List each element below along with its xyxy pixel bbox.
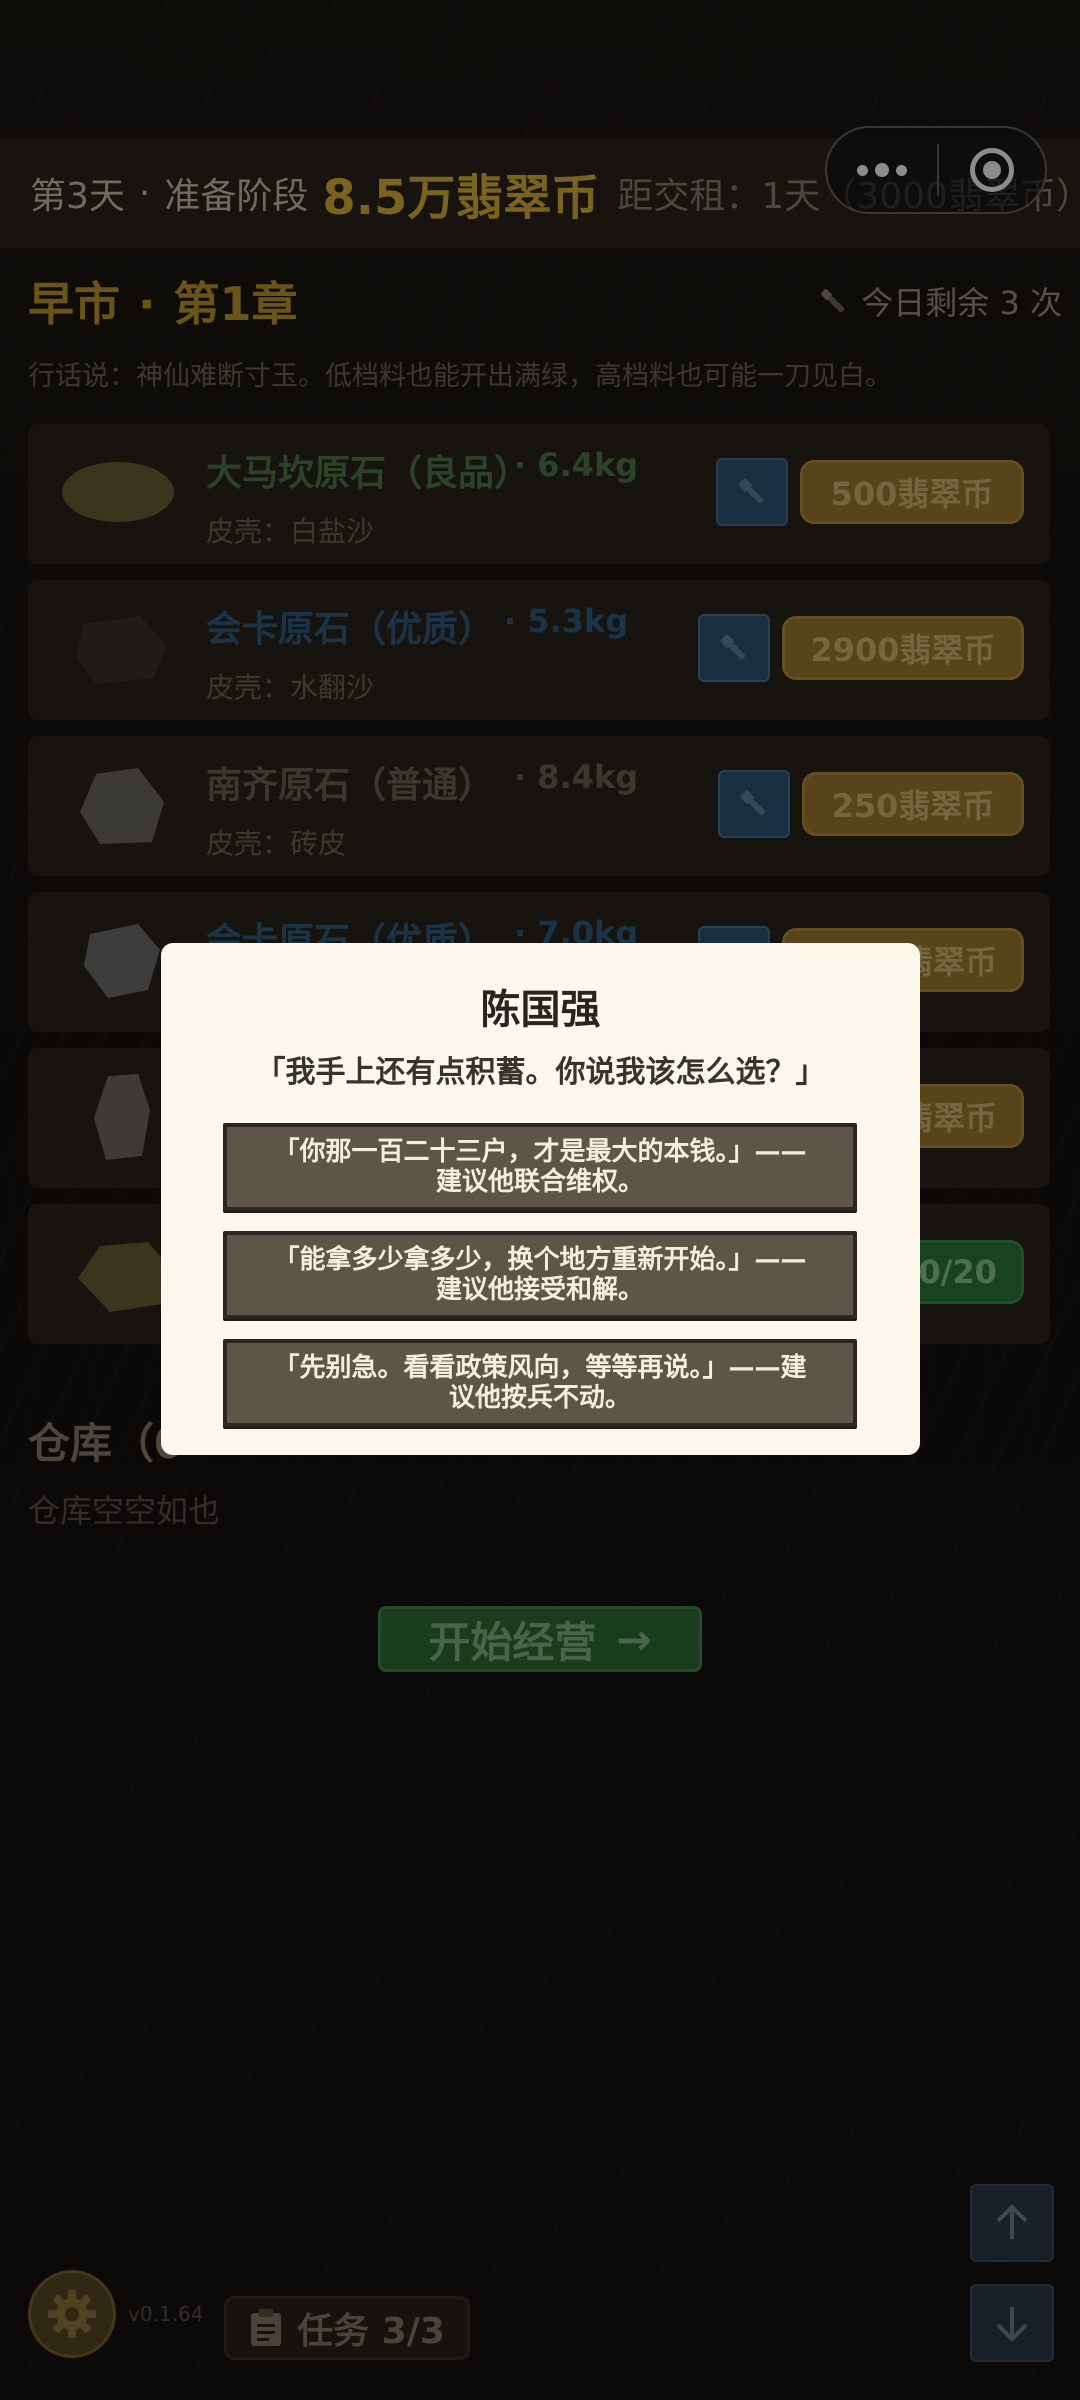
dialog-modal: 陈国强 「我手上还有点积蓄。你说我该怎么选？」 「你那一百二十三户，才是最大的本… [161,943,920,1455]
speaker-quote: 「我手上还有点积蓄。你说我该怎么选？」 [255,1055,826,1090]
choice-button-unite[interactable]: 「你那一百二十三户，才是最大的本钱。」——建议他联合维权。 [223,1123,857,1211]
choice-button-wait[interactable]: 「先别急。看看政策风向，等等再说。」——建议他按兵不动。 [223,1339,857,1427]
speaker-name: 陈国强 [480,987,601,1033]
choice-button-settle[interactable]: 「能拿多少拿多少，换个地方重新开始。」——建议他接受和解。 [223,1231,857,1319]
